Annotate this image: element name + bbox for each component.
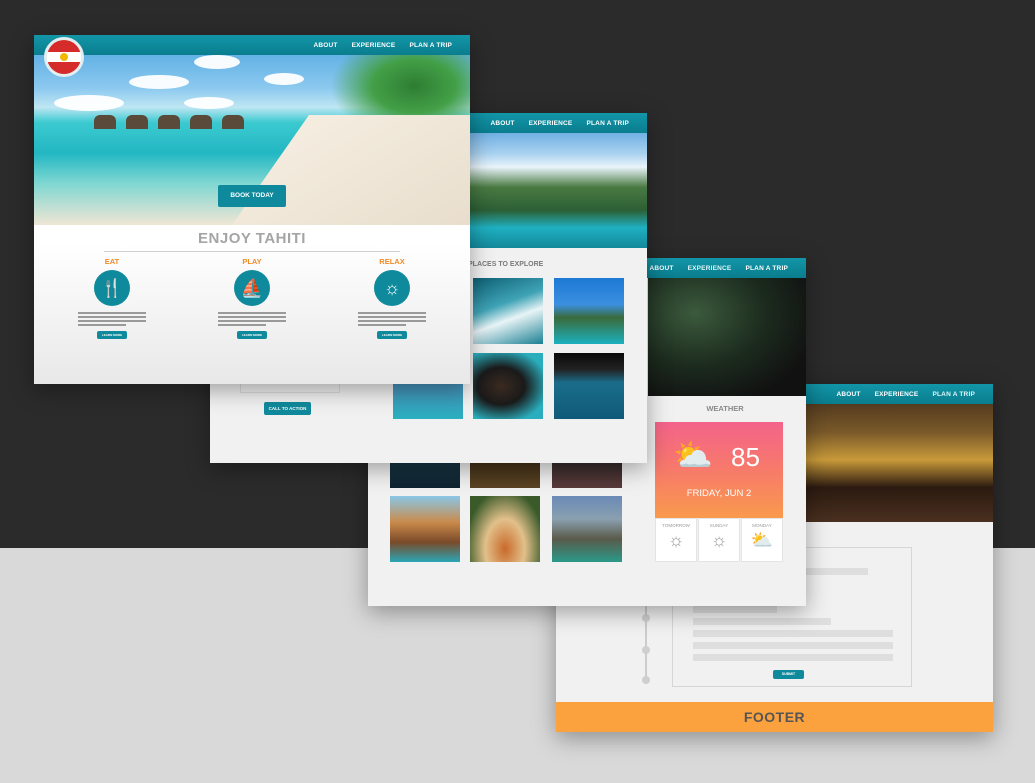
gallery-photo[interactable]	[473, 353, 543, 419]
partly-cloudy-icon: ⛅	[673, 437, 713, 473]
weather-temp: 85	[731, 442, 760, 472]
form-field[interactable]	[693, 606, 777, 613]
nav-experience[interactable]: EXPERIENCE	[688, 265, 732, 272]
sun-icon: ☼	[374, 270, 410, 306]
jungle-hero-image	[648, 258, 806, 396]
nav-plan[interactable]: PLAN A TRIP	[409, 42, 452, 49]
learn-more-button[interactable]: LEARN MORE	[97, 331, 127, 339]
sailboat-icon: ⛵	[234, 270, 270, 306]
gallery-photo[interactable]	[390, 496, 460, 562]
feature-title: RELAX	[379, 257, 405, 266]
forecast-day-label: SUNDAY	[709, 523, 729, 528]
weather-title: WEATHER	[706, 404, 744, 413]
nav-about[interactable]: ABOUT	[836, 391, 860, 398]
forecast-day-label: TOMORROW	[662, 523, 690, 528]
gallery-photo[interactable]	[552, 496, 622, 562]
timeline-dot	[642, 614, 650, 622]
form-field[interactable]	[693, 654, 893, 661]
tahiti-flag-logo[interactable]	[44, 37, 84, 77]
footer: FOOTER	[556, 702, 993, 732]
nav-experience[interactable]: EXPERIENCE	[529, 120, 573, 127]
page-title: ENJOY TAHITI	[198, 230, 306, 247]
learn-more-button[interactable]: LEARN MORE	[237, 331, 267, 339]
forecast-day: MONDAY ⛅	[741, 518, 783, 562]
mountain-hero-image	[470, 113, 647, 248]
weather-date: FRIDAY, JUN 2	[686, 488, 752, 499]
gallery-photo[interactable]	[393, 379, 463, 419]
feature-title: PLAY	[242, 257, 262, 266]
feature-text	[352, 312, 432, 326]
feature-text	[212, 312, 292, 326]
nav-plan[interactable]: PLAN A TRIP	[745, 265, 788, 272]
cta-button[interactable]: CALL TO ACTION	[264, 402, 311, 415]
timeline	[645, 594, 647, 684]
nav-about[interactable]: ABOUT	[490, 120, 514, 127]
fork-knife-icon: 🍴	[94, 270, 130, 306]
timeline-dot	[642, 646, 650, 654]
gallery-photo[interactable]	[554, 353, 624, 419]
feature-eat: EAT 🍴 LEARN MORE	[72, 257, 152, 339]
divider	[104, 251, 400, 252]
form-field[interactable]	[693, 618, 831, 625]
nav-plan[interactable]: PLAN A TRIP	[586, 120, 629, 127]
forecast-day: TOMORROW ☼	[655, 518, 697, 562]
nav-about[interactable]: ABOUT	[313, 42, 337, 49]
feature-relax: RELAX ☼ LEARN MORE	[352, 257, 432, 339]
gallery-photo[interactable]	[470, 496, 540, 562]
nav-experience[interactable]: EXPERIENCE	[875, 391, 919, 398]
feature-title: EAT	[104, 257, 120, 266]
nav-about[interactable]: ABOUT	[649, 265, 673, 272]
home-page-mockup: ABOUT EXPERIENCE PLAN A TRIP BOOK TODAY …	[34, 35, 470, 384]
weather-card: ⛅ 85 FRIDAY, JUN 2	[655, 422, 783, 518]
forecast-day: SUNDAY ☼	[698, 518, 740, 562]
forecast-day-label: MONDAY	[752, 523, 772, 528]
places-title: PLACES TO EXPLORE	[468, 261, 544, 268]
book-today-button[interactable]: BOOK TODAY	[218, 185, 286, 207]
gallery-photo[interactable]	[473, 278, 543, 344]
feature-text	[72, 312, 152, 326]
submit-button[interactable]: SUBMIT	[773, 670, 804, 679]
sun-icon: ☼	[710, 530, 728, 550]
learn-more-button[interactable]: LEARN MORE	[377, 331, 407, 339]
nav-experience[interactable]: EXPERIENCE	[352, 42, 396, 49]
nav-bar: ABOUT EXPERIENCE PLAN A TRIP	[34, 35, 470, 55]
feature-play: PLAY ⛵ LEARN MORE	[212, 257, 292, 339]
timeline-dot	[642, 676, 650, 684]
form-field[interactable]	[693, 630, 893, 637]
gallery-photo[interactable]	[554, 278, 624, 344]
nav-plan[interactable]: PLAN A TRIP	[932, 391, 975, 398]
hotel-hero-image	[804, 384, 993, 522]
form-field[interactable]	[693, 642, 893, 649]
sun-icon: ☼	[667, 530, 685, 550]
partly-cloudy-icon: ⛅	[750, 530, 774, 550]
